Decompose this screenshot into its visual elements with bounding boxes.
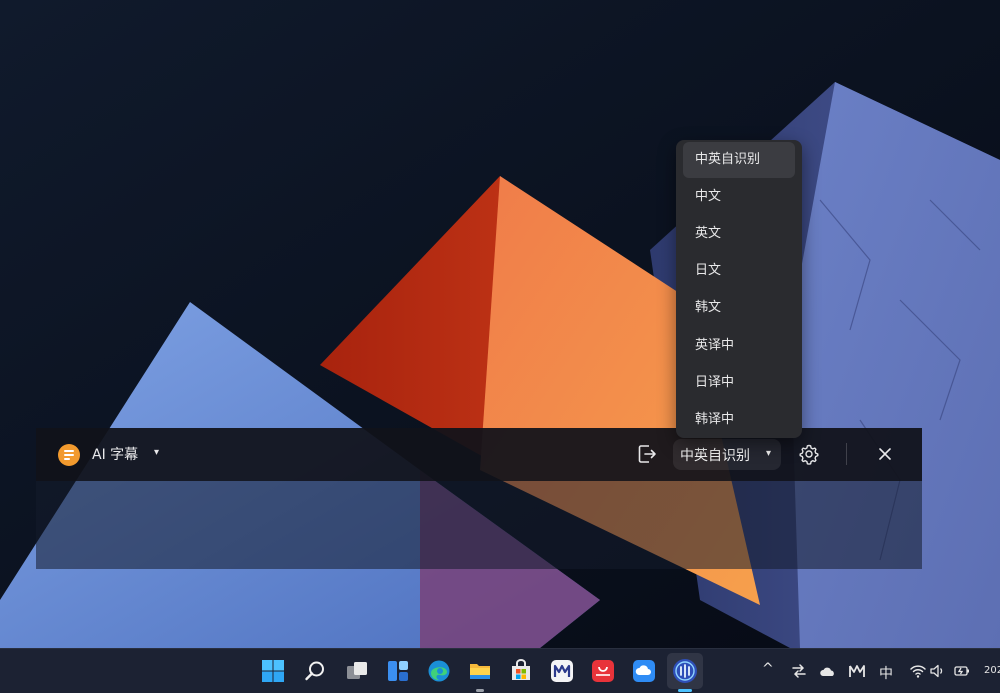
onedrive-cloud-icon[interactable] [819,662,837,680]
exit-icon[interactable] [636,443,658,465]
toolbar-divider [846,443,847,465]
menu-item-zh-en-auto[interactable]: 中英自识别 [683,142,795,178]
task-view-icon[interactable] [341,655,373,687]
menu-item-chinese[interactable]: 中文 [683,179,795,215]
active-indicator [678,689,692,692]
menu-item-korean[interactable]: 韩文 [683,290,795,326]
battery-charging-icon[interactable] [953,662,971,680]
app-title[interactable]: AI 字幕 [92,444,138,464]
running-indicator [476,689,484,692]
gear-icon[interactable] [798,443,820,465]
menu-item-korean-to-chinese[interactable]: 韩译中 [683,402,795,438]
menu-item-english[interactable]: 英文 [683,216,795,252]
ime-indicator[interactable]: 中 [879,663,893,683]
start-icon[interactable] [257,655,289,687]
edge-browser-icon[interactable] [423,655,455,687]
language-select-value: 中英自识别 [680,448,750,464]
volume-icon[interactable] [929,662,947,680]
file-explorer-icon[interactable] [464,655,496,687]
wifi-icon[interactable] [909,662,927,680]
language-select[interactable]: 中英自识别 ▾ [673,439,781,470]
cloud-app-icon[interactable] [628,655,660,687]
clock[interactable]: 202 [984,665,1000,676]
huawei-m-icon[interactable] [546,655,578,687]
close-icon[interactable] [876,445,894,463]
subtitle-logo-icon [58,444,80,466]
huawei-m-tray-icon[interactable] [848,662,866,680]
ai-subtitle-app-icon[interactable] [667,653,703,689]
menu-item-japanese-to-chinese[interactable]: 日译中 [683,365,795,401]
taskbar: ^ 中 202 [0,648,1000,693]
widgets-icon[interactable] [382,655,414,687]
chevron-down-icon[interactable]: ▾ [154,447,159,458]
ai-subtitle-panel: AI 字幕 ▾ 中英自识别 ▾ [36,428,922,569]
chevron-down-icon: ▾ [766,448,772,459]
menu-item-english-to-chinese[interactable]: 英译中 [683,328,795,364]
language-dropdown-menu: 中英自识别 中文 英文 日文 韩文 英译中 日译中 韩译中 [676,140,802,438]
huawei-appgallery-icon[interactable] [587,655,619,687]
network-settings-icon[interactable] [790,662,808,680]
search-icon[interactable] [299,655,331,687]
microsoft-store-icon[interactable] [505,655,537,687]
show-hidden-icons-chevron[interactable]: ^ [762,661,774,677]
menu-item-japanese[interactable]: 日文 [683,253,795,289]
